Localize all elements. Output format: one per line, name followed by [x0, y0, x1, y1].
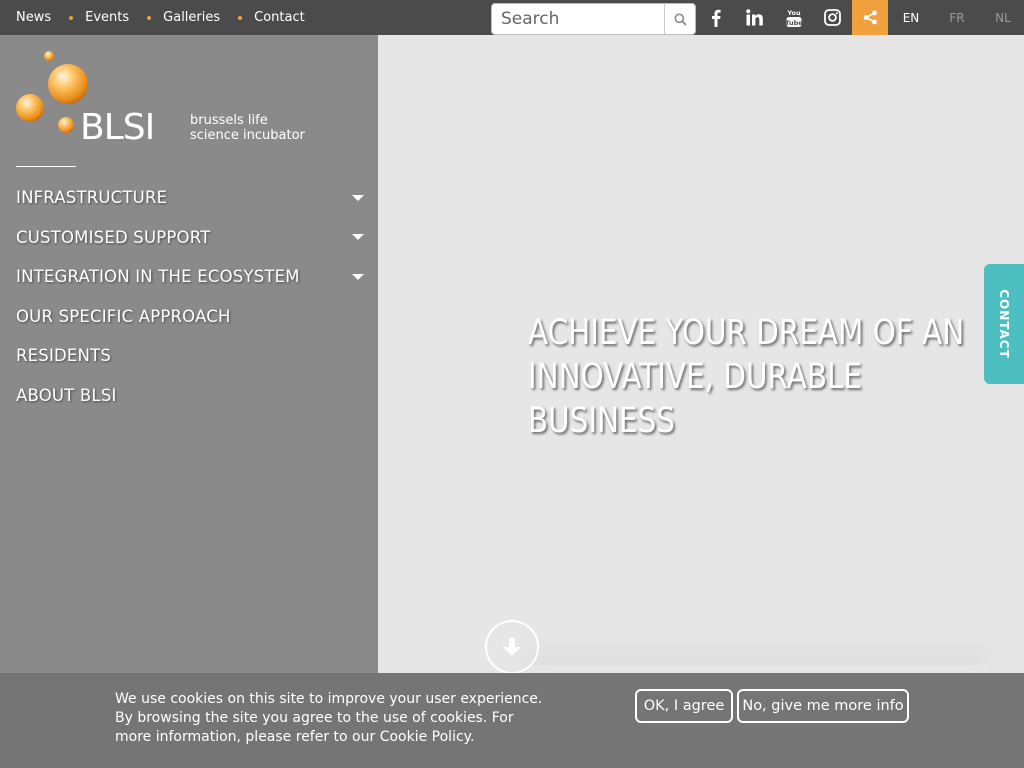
contact-tab-label: CONTACT [997, 289, 1011, 359]
youtube-link[interactable]: You Tube [774, 0, 813, 35]
search-button[interactable] [664, 4, 695, 34]
menu-item-label: OUR SPECIFIC APPROACH [16, 306, 231, 326]
cookie-message: We use cookies on this site to improve y… [115, 691, 543, 745]
lang-fr[interactable]: FR [934, 0, 980, 35]
logo-divider [16, 166, 76, 167]
lang-en[interactable]: EN [888, 0, 934, 35]
arrow-down-icon [503, 638, 521, 656]
top-nav-events[interactable]: Events [85, 10, 129, 25]
sidebar: BLSI brussels life science incubator INF… [0, 35, 378, 768]
cookie-banner: We use cookies on this site to improve y… [0, 673, 1024, 768]
main-menu: INFRASTRUCTURE CUSTOMISED SUPPORT INTEGR… [16, 178, 366, 415]
caret-down-icon[interactable] [352, 273, 364, 280]
logo-graphic: BLSI brussels life science incubator [16, 51, 306, 148]
top-bar: News Events Galleries Contact Search You… [0, 0, 1024, 35]
logo-tagline-line1: brussels life [190, 113, 268, 128]
instagram-icon [824, 9, 841, 26]
top-nav-galleries[interactable]: Galleries [163, 10, 220, 25]
menu-item-label: CUSTOMISED SUPPORT [16, 227, 211, 247]
youtube-icon: You Tube [786, 9, 802, 27]
facebook-icon [711, 9, 721, 27]
svg-text:You: You [786, 9, 801, 17]
caret-down-icon[interactable] [352, 234, 364, 241]
cookie-agree-button[interactable]: OK, I agree [635, 689, 733, 723]
menu-item-residents[interactable]: RESIDENTS [16, 336, 366, 376]
share-icon [863, 10, 877, 25]
menu-item-infrastructure[interactable]: INFRASTRUCTURE [16, 178, 366, 218]
nav-separator-dot [147, 15, 152, 20]
instagram-link[interactable] [813, 0, 852, 35]
menu-item-integration[interactable]: INTEGRATION IN THE ECOSYSTEM [16, 257, 366, 297]
search-icon [674, 13, 687, 26]
blsi-logo[interactable]: BLSI brussels life science incubator [16, 51, 306, 161]
logo-wordmark: BLSI [80, 107, 154, 148]
caret-down-icon[interactable] [352, 194, 364, 201]
share-button[interactable] [852, 0, 888, 35]
nav-separator-dot [69, 15, 74, 20]
menu-item-label: ABOUT BLSI [16, 385, 117, 405]
menu-item-label: INFRASTRUCTURE [16, 188, 168, 208]
lang-nl[interactable]: NL [980, 0, 1024, 35]
logo-tagline-line2: science incubator [190, 128, 306, 143]
top-nav-contact[interactable]: Contact [254, 10, 305, 25]
scroll-down-button[interactable] [485, 620, 539, 674]
social-links: You Tube [696, 0, 888, 35]
search-input[interactable] [492, 4, 664, 34]
search-box [491, 3, 696, 35]
menu-item-customised-support[interactable]: CUSTOMISED SUPPORT [16, 218, 366, 258]
facebook-link[interactable] [696, 0, 735, 35]
cookie-more-info-button[interactable]: No, give me more info [737, 689, 909, 723]
nav-separator-dot [238, 15, 243, 20]
menu-item-about[interactable]: ABOUT BLSI [16, 376, 366, 416]
svg-text:Tube: Tube [786, 18, 802, 26]
hero-headline: ACHIEVE YOUR DREAM OF AN INNOVATIVE, DUR… [528, 313, 965, 441]
language-switcher: EN FR NL [888, 0, 1024, 35]
top-nav-news[interactable]: News [16, 10, 51, 25]
menu-item-label: INTEGRATION IN THE ECOSYSTEM [16, 267, 300, 287]
hero-section: ACHIEVE YOUR DREAM OF AN INNOVATIVE, DUR… [378, 35, 1024, 675]
menu-item-label: RESIDENTS [16, 346, 112, 366]
top-nav: News Events Galleries Contact [16, 0, 305, 35]
linkedin-link[interactable] [735, 0, 774, 35]
menu-item-approach[interactable]: OUR SPECIFIC APPROACH [16, 297, 366, 337]
linkedin-icon [746, 9, 763, 26]
contact-tab[interactable]: CONTACT [984, 264, 1024, 384]
